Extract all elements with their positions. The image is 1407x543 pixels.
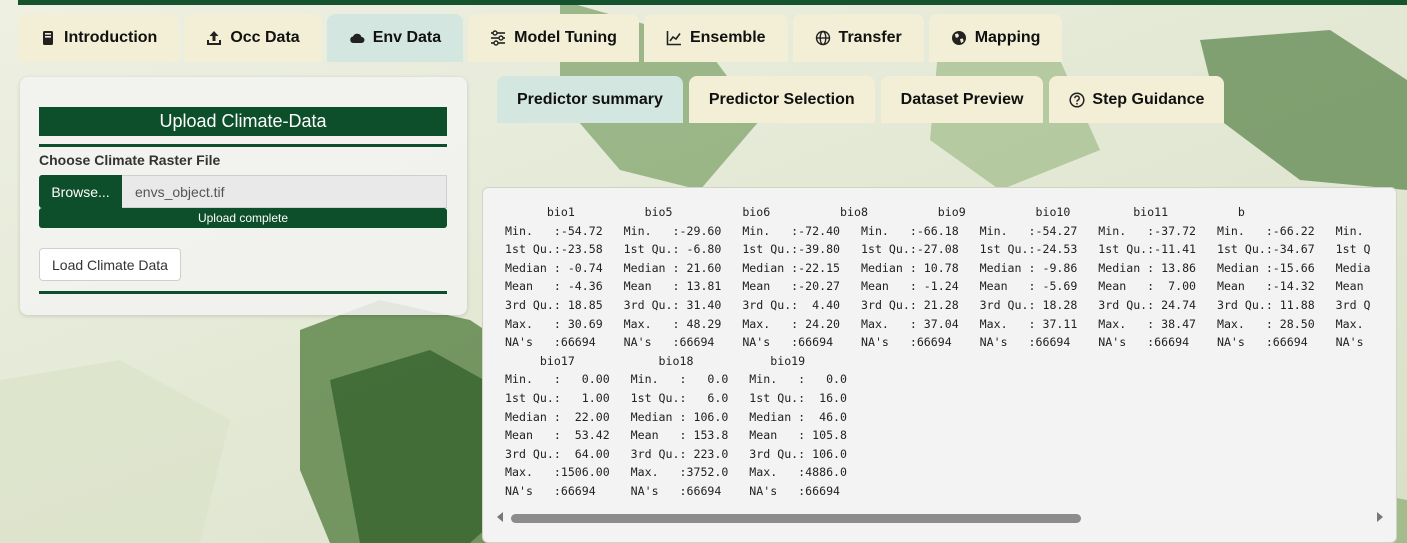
upload-icon: [207, 31, 222, 45]
file-input-group: Browse... envs_object.tif: [39, 175, 447, 208]
tab-occ-data[interactable]: Occ Data: [184, 14, 322, 62]
tab-label: Dataset Preview: [900, 90, 1024, 108]
tab-step-guidance[interactable]: Step Guidance: [1049, 76, 1225, 123]
file-input-label: Choose Climate Raster File: [39, 152, 221, 168]
tab-transfer[interactable]: Transfer: [792, 14, 924, 62]
tab-label: Transfer: [838, 29, 902, 46]
tab-predictor-summary[interactable]: Predictor summary: [497, 76, 683, 123]
cloud-icon: [349, 33, 365, 43]
divider: [39, 144, 447, 147]
tab-label: Predictor summary: [517, 90, 663, 108]
line-chart-icon: [666, 31, 681, 46]
main-tab-bar: Introduction Occ Data Env Data Model Tun…: [18, 14, 1063, 62]
tab-env-data[interactable]: Env Data: [326, 14, 464, 62]
tab-label: Occ Data: [230, 29, 300, 46]
upload-panel: Upload Climate-Data Choose Climate Raste…: [20, 77, 467, 315]
sub-tab-bar: Predictor summary Predictor Selection Da…: [497, 76, 1225, 123]
tab-dataset-preview[interactable]: Dataset Preview: [880, 76, 1044, 123]
tab-predictor-selection[interactable]: Predictor Selection: [688, 76, 875, 123]
top-accent-bar: [18, 0, 1407, 5]
scroll-right-arrow-icon[interactable]: [1377, 512, 1383, 522]
scrollbar-thumb[interactable]: [511, 514, 1081, 523]
divider: [39, 291, 447, 294]
tab-label: Mapping: [974, 29, 1041, 46]
summary-text: bio1 bio5 bio6 bio8 bio9 bio10 bio11 b M…: [505, 205, 1371, 498]
earth-icon: [951, 31, 966, 45]
tab-model-tuning[interactable]: Model Tuning: [468, 14, 639, 62]
load-climate-data-button[interactable]: Load Climate Data: [39, 248, 181, 281]
tab-label: Ensemble: [689, 29, 766, 46]
horizontal-scrollbar[interactable]: [495, 510, 1385, 524]
tab-label: Predictor Selection: [708, 90, 855, 108]
sliders-icon: [491, 30, 506, 46]
question-circle-icon: [1069, 91, 1085, 108]
scroll-left-arrow-icon[interactable]: [497, 512, 503, 522]
browse-button[interactable]: Browse...: [39, 175, 122, 208]
predictor-summary-output[interactable]: bio1 bio5 bio6 bio8 bio9 bio10 bio11 b M…: [482, 187, 1397, 543]
book-icon: [43, 31, 53, 45]
tab-ensemble[interactable]: Ensemble: [643, 14, 788, 62]
tab-label: Step Guidance: [1092, 90, 1205, 108]
tab-label: Env Data: [372, 29, 442, 46]
globe-icon: [815, 30, 830, 46]
upload-progress-bar: Upload complete: [39, 208, 447, 228]
tab-label: Model Tuning: [514, 29, 617, 46]
upload-panel-title: Upload Climate-Data: [39, 107, 447, 136]
tab-label: Introduction: [64, 29, 158, 46]
tab-introduction[interactable]: Introduction: [18, 14, 180, 62]
file-name-field[interactable]: envs_object.tif: [122, 175, 447, 208]
tab-mapping[interactable]: Mapping: [928, 14, 1063, 62]
